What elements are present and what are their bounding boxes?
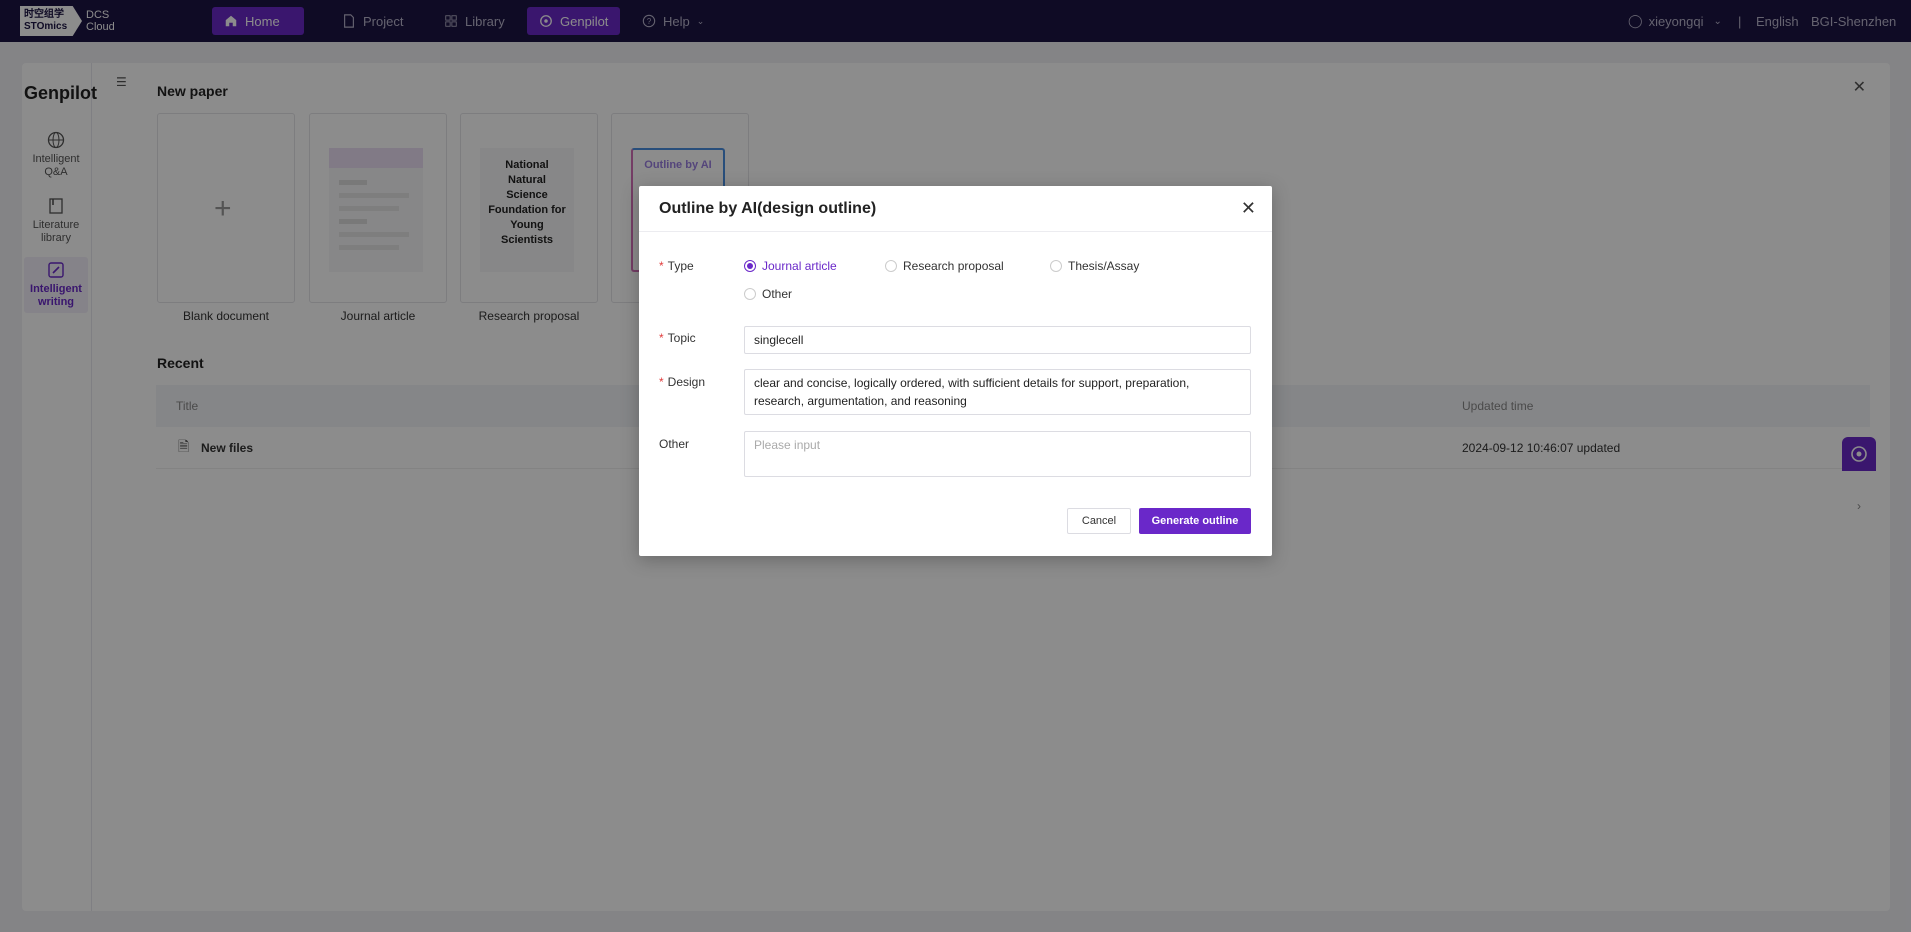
cancel-button[interactable]: Cancel (1067, 508, 1131, 534)
generate-outline-button[interactable]: Generate outline (1139, 508, 1251, 534)
modal-title: Outline by AI(design outline) (659, 199, 877, 217)
radio-dot (885, 260, 897, 272)
radio-dot (1050, 260, 1062, 272)
other-textarea[interactable]: Please input (744, 431, 1251, 477)
other-label: Other (659, 437, 690, 451)
topic-input[interactable]: singlecell (744, 326, 1251, 354)
design-label: * Design (659, 375, 706, 389)
close-icon[interactable]: ✕ (1241, 198, 1256, 219)
radio-other-label: Other (762, 287, 793, 301)
modal-header: Outline by AI(design outline) (639, 186, 1272, 232)
radio-thesis-assay[interactable]: Thesis/Assay (1050, 259, 1139, 273)
radio-dot (744, 260, 756, 272)
radio-journal-article[interactable]: Journal article (744, 259, 837, 273)
type-label: * Type (659, 259, 694, 273)
outline-modal: Outline by AI(design outline) ✕ * Type Jo… (639, 186, 1272, 556)
radio-other[interactable]: Other (744, 287, 792, 301)
radio-thesis-assay-label: Thesis/Assay (1068, 259, 1140, 273)
radio-journal-article-label: Journal article (762, 259, 837, 273)
radio-research-proposal-label: Research proposal (903, 259, 1004, 273)
topic-label: * Topic (659, 331, 696, 345)
radio-dot (744, 288, 756, 300)
design-textarea[interactable]: clear and concise, logically ordered, wi… (744, 369, 1251, 415)
radio-research-proposal[interactable]: Research proposal (885, 259, 1004, 273)
